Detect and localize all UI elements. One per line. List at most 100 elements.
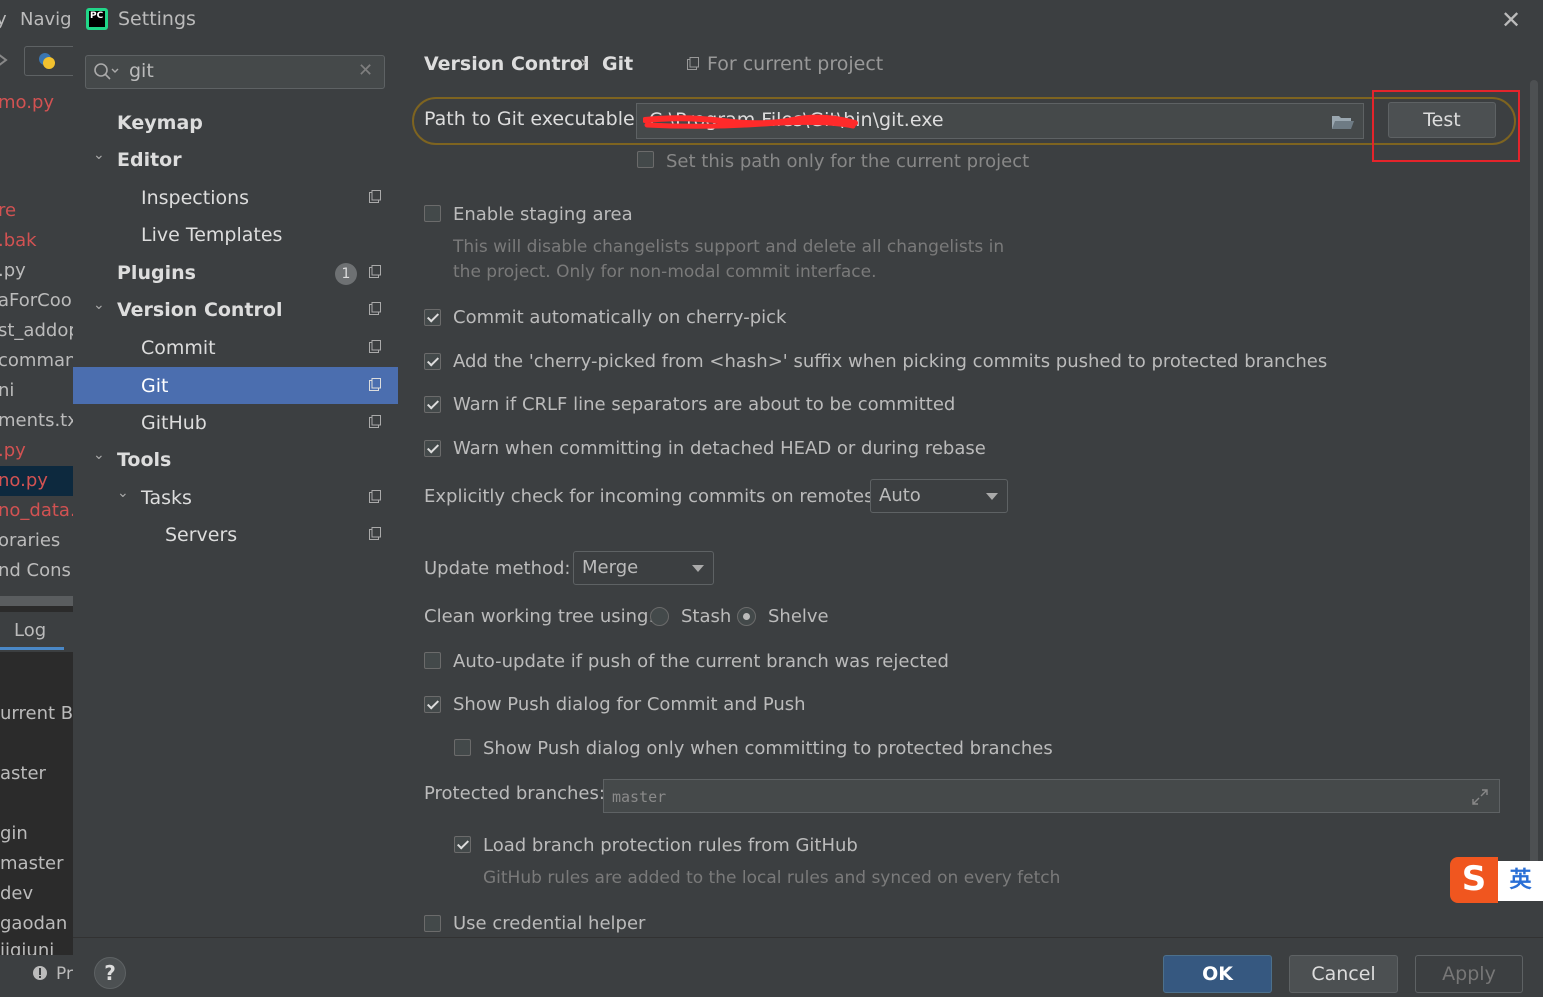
- tree-file[interactable]: oraries: [0, 530, 60, 551]
- tree-file[interactable]: .py: [0, 260, 26, 281]
- tree-file[interactable]: st_addop: [0, 320, 73, 341]
- tree-file[interactable]: re: [0, 200, 16, 221]
- tab-underline: [0, 647, 64, 650]
- arrow-icon[interactable]: [0, 50, 10, 70]
- folder-icon[interactable]: [1331, 112, 1355, 132]
- chevron-down-icon[interactable]: ⌄: [93, 447, 105, 463]
- tree-file[interactable]: comman: [0, 350, 73, 371]
- sidebar-item-label: Keymap: [117, 112, 203, 134]
- branch-item[interactable]: gaodan: [0, 913, 67, 934]
- sidebar-item-editor[interactable]: ⌄ Editor: [73, 141, 398, 178]
- apply-button[interactable]: Apply: [1415, 955, 1523, 993]
- branch-item[interactable]: aster: [0, 763, 46, 784]
- horizontal-scrollbar[interactable]: [0, 596, 73, 606]
- sogou-logo-icon: S: [1450, 857, 1498, 903]
- sidebar-item-git[interactable]: Git: [73, 367, 398, 404]
- pycharm-icon: PC: [86, 8, 108, 30]
- sidebar-item-plugins[interactable]: Plugins 1: [73, 254, 398, 291]
- chevron-down-icon[interactable]: ⌄: [93, 297, 105, 313]
- run-config-combo[interactable]: [24, 46, 73, 76]
- incoming-commits-dropdown[interactable]: Auto: [870, 479, 1008, 513]
- status-text: Pr: [56, 964, 73, 984]
- tree-file[interactable]: mo.py: [0, 92, 54, 113]
- crlf-warning-label: Warn if CRLF line separators are about t…: [453, 394, 956, 415]
- update-method-dropdown[interactable]: Merge: [573, 551, 714, 585]
- current-project-checkbox[interactable]: [637, 151, 654, 168]
- test-button[interactable]: Test: [1388, 102, 1496, 138]
- tree-file[interactable]: .py: [0, 440, 26, 461]
- incoming-commits-value: Auto: [879, 485, 921, 506]
- dialog-button-bar: ? OK Cancel Apply: [73, 937, 1543, 997]
- tree-file[interactable]: no_data.t: [0, 500, 73, 521]
- tree-file[interactable]: aForCook: [0, 290, 73, 311]
- detached-head-checkbox[interactable]: [424, 440, 441, 457]
- expand-icon[interactable]: [1470, 787, 1490, 807]
- chevron-down-icon[interactable]: ⌄: [117, 485, 129, 501]
- settings-search-box[interactable]: git ✕: [85, 55, 385, 89]
- staging-area-label: Enable staging area: [453, 204, 633, 225]
- load-rules-checkbox[interactable]: [454, 836, 471, 853]
- auto-update-checkbox[interactable]: [424, 652, 441, 669]
- branch-item[interactable]: gin: [0, 823, 28, 844]
- branch-item[interactable]: dev: [0, 883, 33, 904]
- dialog-title-bar[interactable]: PC Settings ✕: [73, 0, 1543, 40]
- protected-branches-input[interactable]: master: [603, 779, 1500, 813]
- stash-radio[interactable]: [650, 607, 669, 626]
- sidebar-item-tasks[interactable]: ⌄ Tasks: [73, 479, 398, 516]
- search-input[interactable]: git: [129, 60, 154, 82]
- vertical-scrollbar[interactable]: [1530, 80, 1538, 870]
- sidebar-item-tools[interactable]: ⌄ Tools: [73, 441, 398, 478]
- path-to-git-label: Path to Git executable:: [424, 108, 642, 130]
- tree-file[interactable]: nd Cons: [0, 560, 71, 581]
- background-ide-window: y Navig mo.py re .bak .py aForCook st_ad…: [0, 0, 73, 996]
- tree-file[interactable]: ments.txt: [0, 410, 73, 431]
- sidebar-item-label: Version Control: [117, 299, 283, 321]
- breadcrumb-current: Git: [602, 53, 634, 75]
- project-tree: mo.py re .bak .py aForCook st_addop comm…: [0, 80, 73, 600]
- ok-button[interactable]: OK: [1163, 955, 1272, 993]
- git-path-input[interactable]: C:\Program Files\Git\bin\git.exe: [636, 103, 1364, 139]
- sidebar-item-live-templates[interactable]: Live Templates: [73, 216, 398, 253]
- git-log-tab[interactable]: Log: [0, 612, 73, 652]
- sidebar-item-commit[interactable]: Commit: [73, 329, 398, 366]
- breadcrumb-parent[interactable]: Version Control: [424, 53, 589, 75]
- show-push-checkbox[interactable]: [424, 696, 441, 713]
- branch-item[interactable]: urrent Br: [0, 703, 73, 724]
- clear-search-icon[interactable]: ✕: [358, 60, 373, 81]
- close-icon[interactable]: ✕: [1501, 6, 1521, 34]
- cancel-button[interactable]: Cancel: [1289, 955, 1398, 993]
- shelve-label: Shelve: [768, 606, 829, 627]
- chevron-down-icon[interactable]: ⌄: [93, 147, 105, 163]
- update-method-label: Update method:: [424, 558, 571, 579]
- ide-menu-item[interactable]: y: [0, 9, 7, 30]
- staging-area-checkbox[interactable]: [424, 205, 441, 222]
- warning-icon[interactable]: [32, 965, 48, 981]
- sidebar-item-keymap[interactable]: Keymap: [73, 104, 398, 141]
- branch-item[interactable]: master: [0, 853, 63, 874]
- cherry-pick-commit-checkbox[interactable]: [424, 309, 441, 326]
- tree-file[interactable]: ni: [0, 380, 14, 401]
- sidebar-item-inspections[interactable]: Inspections: [73, 179, 398, 216]
- sidebar-item-servers[interactable]: Servers: [73, 516, 398, 553]
- cherry-pick-suffix-checkbox[interactable]: [424, 353, 441, 370]
- sidebar-item-label: Commit: [141, 337, 216, 359]
- sidebar-item-label: Tasks: [141, 487, 192, 509]
- ime-widget[interactable]: S 英: [1450, 857, 1543, 903]
- sidebar-item-github[interactable]: GitHub: [73, 404, 398, 441]
- show-push-protected-checkbox[interactable]: [454, 739, 471, 756]
- sidebar-item-version-control[interactable]: ⌄ Version Control: [73, 291, 398, 328]
- tree-file[interactable]: .bak: [0, 230, 37, 251]
- credential-helper-checkbox[interactable]: [424, 915, 441, 932]
- shelve-radio[interactable]: [737, 607, 756, 626]
- crlf-warning-checkbox[interactable]: [424, 396, 441, 413]
- ime-mode-indicator[interactable]: 英: [1498, 861, 1543, 901]
- update-count-badge: 1: [335, 263, 357, 285]
- search-icon[interactable]: [93, 62, 119, 82]
- sidebar-item-label: Editor: [117, 149, 182, 171]
- tree-file[interactable]: no.py: [0, 470, 48, 491]
- sidebar-item-label: Git: [141, 375, 169, 397]
- staging-area-description: the project. Only for non-modal commit i…: [453, 262, 877, 282]
- ide-menu-navigate[interactable]: Navig: [20, 9, 72, 30]
- sidebar-item-label: Tools: [117, 449, 172, 471]
- help-button[interactable]: ?: [94, 957, 126, 989]
